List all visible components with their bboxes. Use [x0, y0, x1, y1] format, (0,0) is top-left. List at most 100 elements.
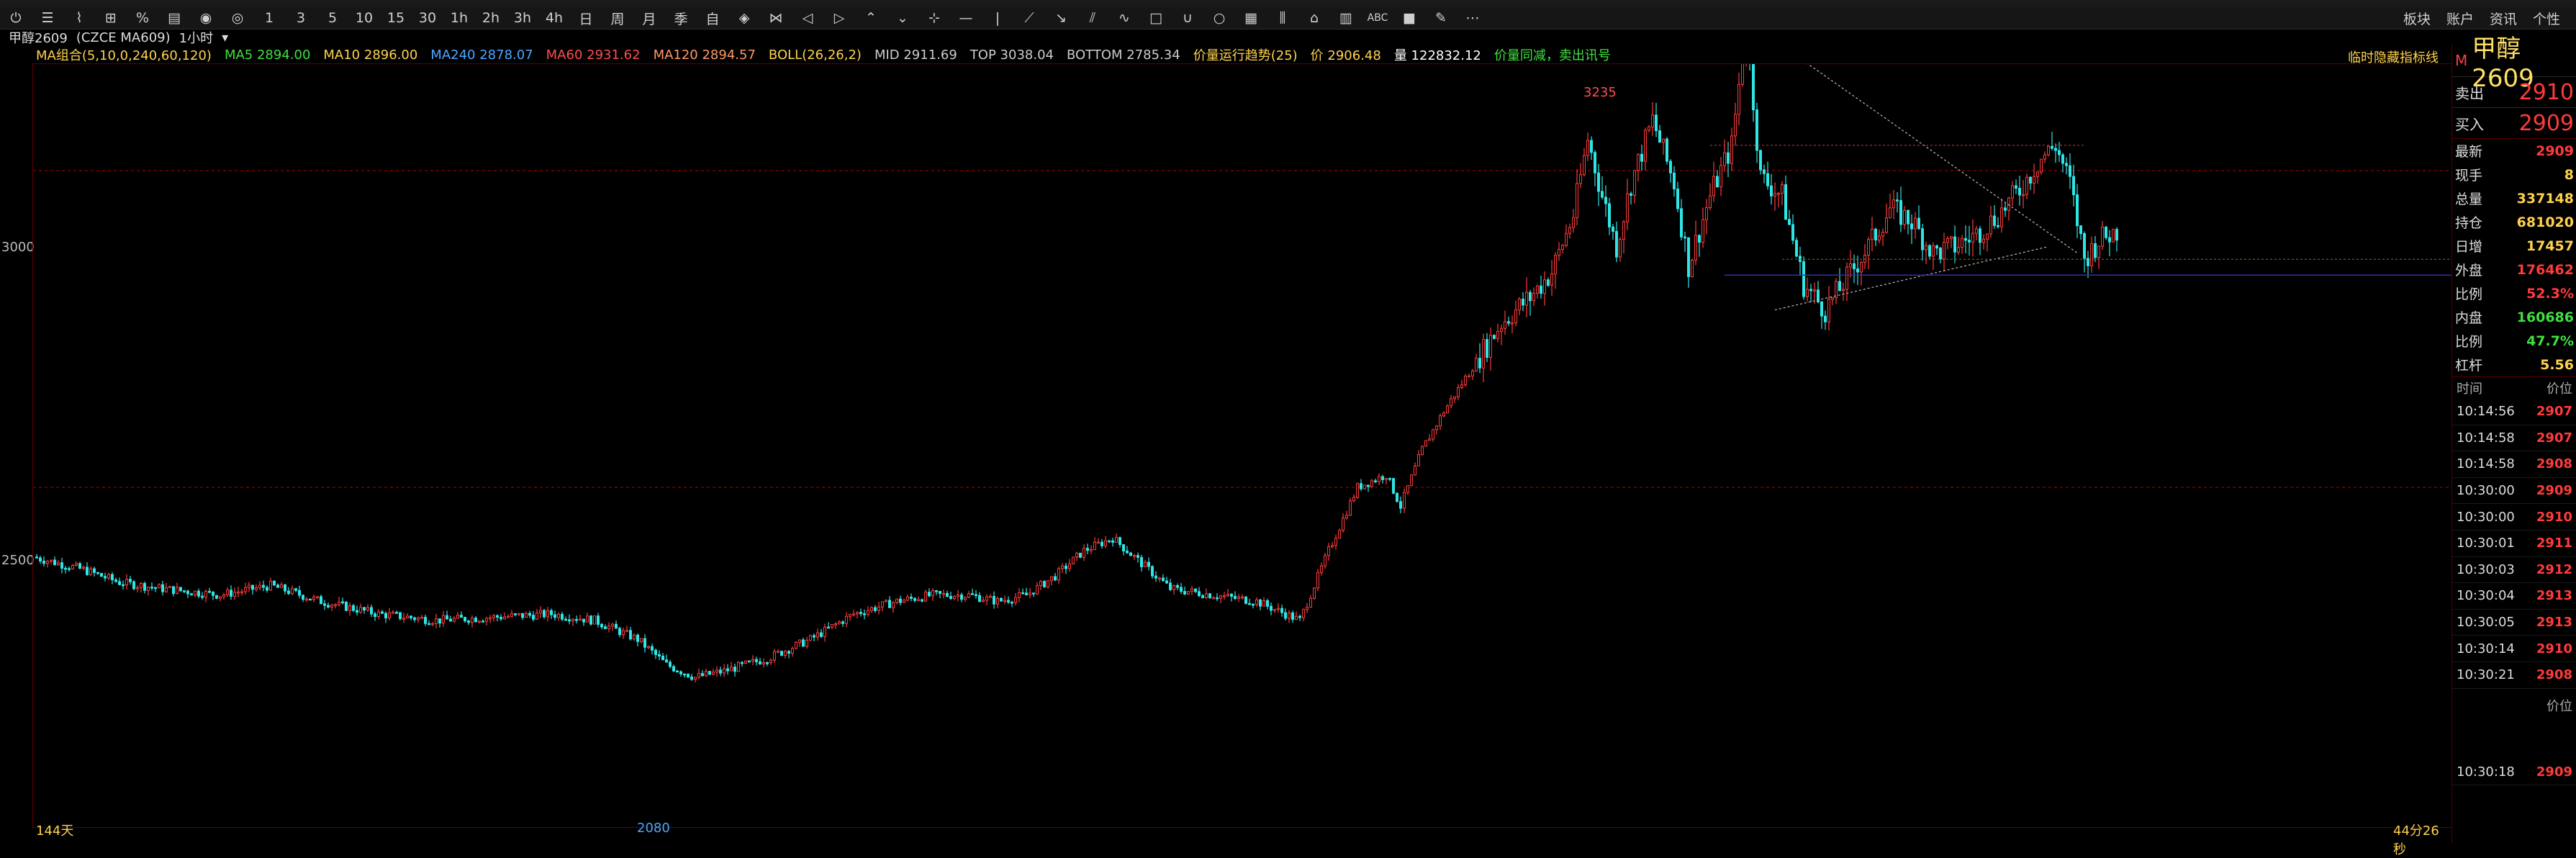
candle-body: [1601, 191, 1604, 198]
candle-body: [611, 623, 614, 627]
number-icon[interactable]: %: [127, 7, 158, 29]
period-10[interactable]: 10: [348, 7, 380, 29]
gann-icon[interactable]: ⫼: [1267, 7, 1298, 29]
target-icon[interactable]: ◎: [222, 7, 253, 29]
candle-body: [1093, 541, 1096, 551]
rectangle-icon[interactable]: □: [1140, 7, 1172, 29]
trades-list[interactable]: 10:14:56 2907 10:14:58 2907 10:14:58 2908 10:3…: [2452, 399, 2576, 689]
candle-body: [482, 620, 484, 623]
trade-price: 2908: [2536, 456, 2572, 472]
crosshair-icon[interactable]: ⊹: [918, 7, 950, 29]
circle-icon[interactable]: ○: [1203, 7, 1235, 29]
period-15[interactable]: 15: [380, 7, 412, 29]
bar-grid-icon[interactable]: ▤: [158, 7, 190, 29]
arrow-left-icon[interactable]: ◁: [792, 7, 823, 29]
period-30[interactable]: 30: [412, 7, 443, 29]
period-3h[interactable]: 3h: [507, 7, 538, 29]
arrow-right-icon[interactable]: ▷: [823, 7, 855, 29]
fund-icon[interactable]: ◉: [190, 7, 222, 29]
candle-body: [528, 613, 531, 616]
home-icon[interactable]: ⌂: [1298, 7, 1330, 29]
period-2h[interactable]: 2h: [475, 7, 507, 29]
trade-price: 2911: [2536, 536, 2572, 551]
quote-row: 内盘 160686: [2452, 305, 2576, 329]
candle-body: [1777, 193, 1780, 195]
candle-body: [359, 607, 362, 613]
candle-body: [1360, 483, 1362, 489]
candle-body: [165, 587, 168, 592]
quote-label: 持仓: [2455, 215, 2483, 231]
collapse-icon[interactable]: ⋈: [760, 7, 792, 29]
candle-body: [1917, 217, 1920, 230]
period-5[interactable]: 5: [317, 7, 348, 29]
arc-icon[interactable]: ∪: [1172, 7, 1203, 29]
chevron-down-icon[interactable]: ⌄: [887, 7, 918, 29]
channel-icon[interactable]: ⫽: [1077, 7, 1108, 29]
list-icon[interactable]: ☰: [32, 7, 63, 29]
candle-body: [1054, 576, 1057, 581]
period-select[interactable]: 1小时: [179, 28, 213, 47]
chart-area[interactable]: [32, 63, 2452, 828]
candle-body: [1324, 555, 1327, 566]
indicator-2: MA10 2896.00: [323, 47, 418, 63]
candle-body: [582, 618, 585, 623]
hline-icon[interactable]: —: [950, 7, 982, 29]
menu-sector[interactable]: 板块: [2403, 9, 2431, 28]
candle-body: [712, 672, 715, 675]
candle-body: [154, 587, 157, 590]
fib-icon[interactable]: ▦: [1235, 7, 1267, 29]
candle-body: [1820, 301, 1823, 317]
candle-body: [1889, 207, 1892, 219]
text-icon[interactable]: ABC: [1362, 7, 1393, 29]
candle-body: [683, 673, 686, 676]
eraser-icon[interactable]: ✎: [1425, 7, 1457, 29]
period-day[interactable]: 日: [570, 7, 602, 29]
candle-body: [780, 651, 783, 656]
candle-body: [733, 667, 736, 672]
candle-body: [741, 661, 744, 664]
period-week[interactable]: 周: [602, 7, 633, 29]
candlestick-chart[interactable]: [33, 64, 2451, 827]
candle-body: [539, 610, 542, 614]
power-icon[interactable]: ⏻: [0, 7, 32, 29]
chevron-up-icon[interactable]: ⌃: [855, 7, 887, 29]
period-4h[interactable]: 4h: [538, 7, 570, 29]
toolbar: ⏻ ☰ ⌇ ⊞ % ▤ ◉ ◎ 1 3 5 10 15 30 1h 2h 3h …: [0, 7, 2576, 30]
period-custom[interactable]: 自: [697, 7, 728, 29]
buy-row[interactable]: 买入 2909: [2452, 107, 2576, 138]
candle-body: [852, 613, 855, 615]
period-month[interactable]: 月: [633, 7, 665, 29]
candle-body: [320, 596, 322, 605]
wave-icon[interactable]: ∿: [1108, 7, 1140, 29]
indicator-7: MID 2911.69: [874, 47, 957, 63]
line-chart-icon[interactable]: ⌇: [63, 7, 95, 29]
period-quarter[interactable]: 季: [665, 7, 697, 29]
chevron-down-icon[interactable]: ▾: [222, 30, 228, 45]
color-box-icon[interactable]: ■: [1393, 7, 1425, 29]
candle-body: [514, 613, 517, 615]
candle-body: [1021, 592, 1024, 595]
period-1[interactable]: 1: [253, 7, 285, 29]
candle-body: [701, 673, 704, 677]
candle-body: [906, 596, 909, 601]
menu-personal[interactable]: 个性: [2533, 9, 2560, 28]
vline-icon[interactable]: |: [982, 7, 1013, 29]
menu-account[interactable]: 账户: [2446, 9, 2474, 28]
trade-price: 2909: [2536, 483, 2572, 499]
symbol-name[interactable]: 甲醇2609: [9, 28, 68, 47]
menu-news[interactable]: 资讯: [2490, 9, 2517, 28]
bars-icon[interactable]: ▥: [1330, 7, 1362, 29]
trendline-icon[interactable]: ⟋: [1013, 7, 1045, 29]
candle-body: [1388, 478, 1391, 480]
period-1h[interactable]: 1h: [443, 7, 475, 29]
eye-icon[interactable]: ◈: [728, 7, 760, 29]
period-3[interactable]: 3: [285, 7, 317, 29]
more-icon[interactable]: ⋯: [1457, 7, 1488, 29]
candle-body: [2094, 243, 2097, 258]
trade-time: 10:14:58: [2457, 430, 2515, 446]
candle-chart-icon[interactable]: ⊞: [95, 7, 127, 29]
ray-icon[interactable]: ↘: [1045, 7, 1077, 29]
candle-body: [1450, 398, 1452, 407]
trade-row: 10:30:03 2912: [2452, 557, 2576, 584]
candle-body: [1259, 599, 1262, 607]
